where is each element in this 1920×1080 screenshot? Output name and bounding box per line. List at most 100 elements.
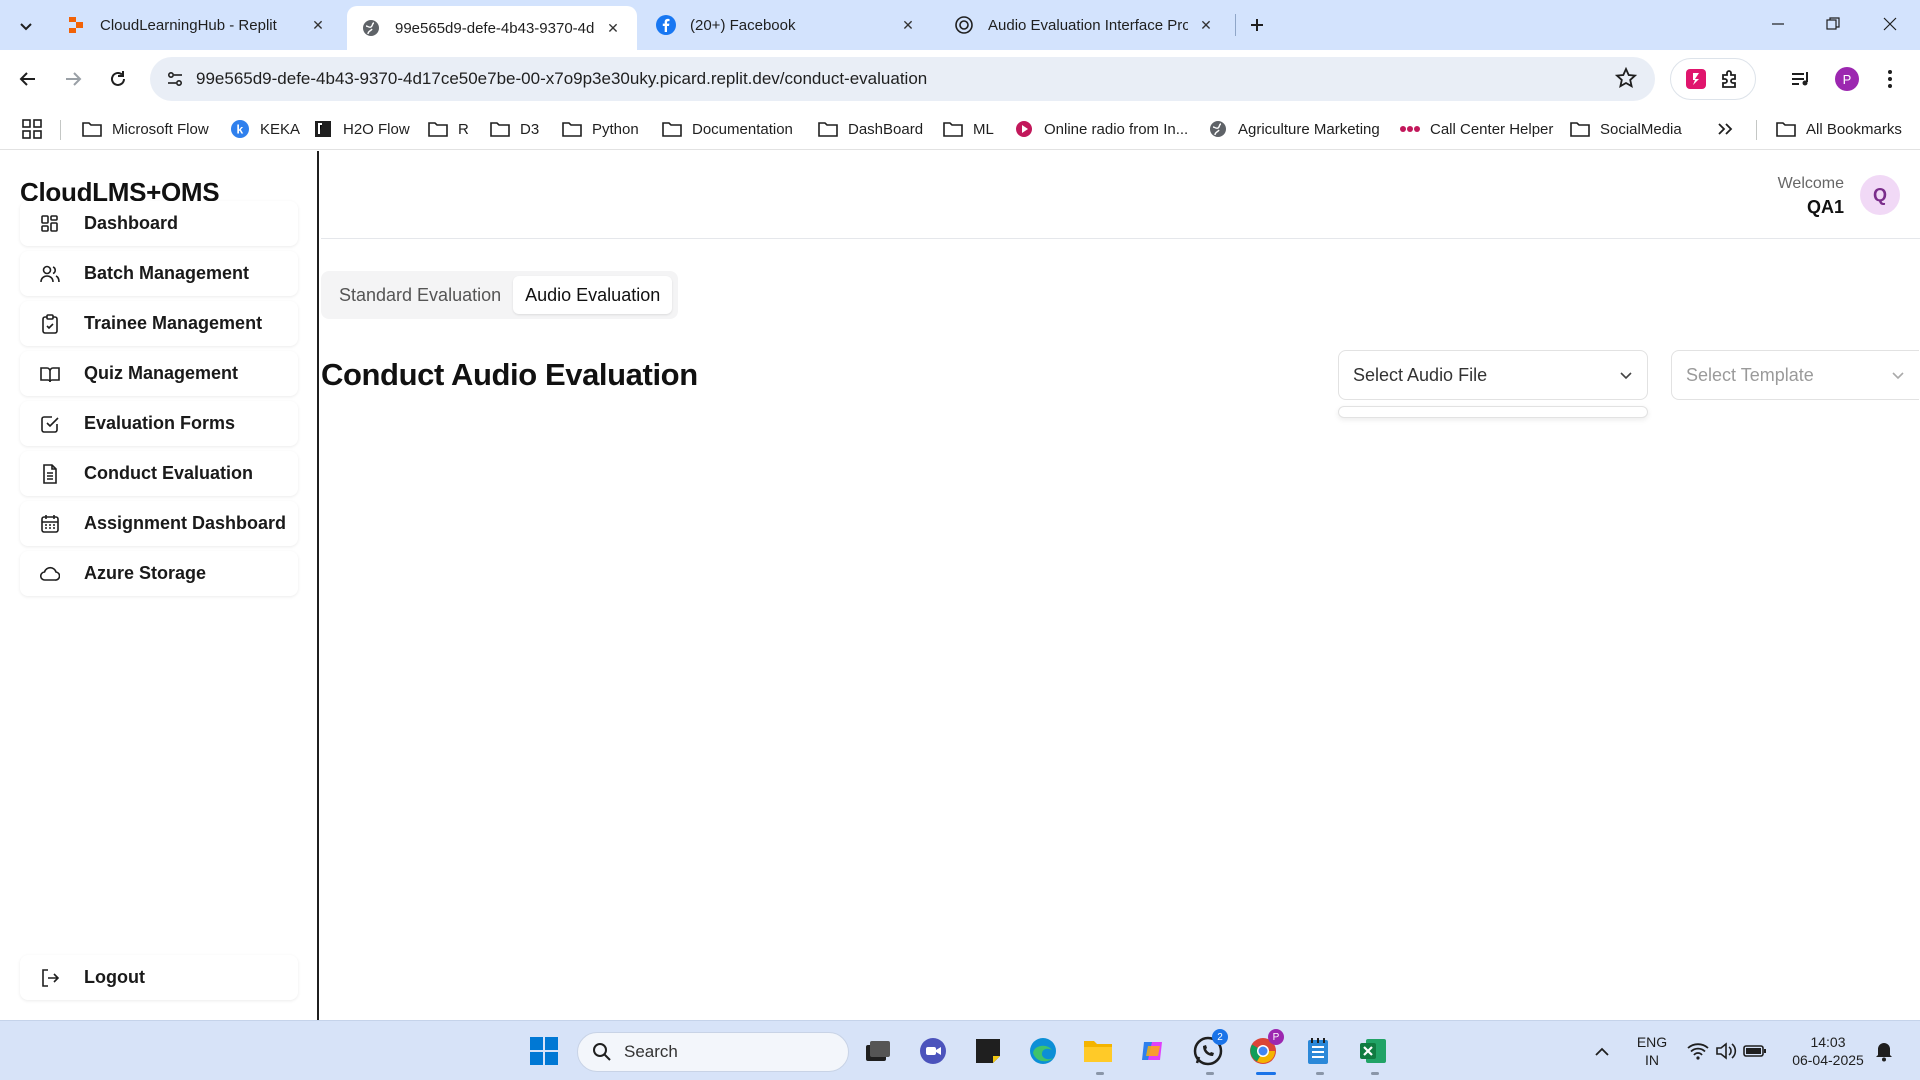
bookmark-call-center[interactable]: Call Center Helper (1400, 117, 1553, 141)
tab-standard-evaluation[interactable]: Standard Evaluation (327, 276, 513, 314)
media-control-icon[interactable] (1785, 63, 1817, 95)
back-button[interactable] (12, 63, 44, 95)
audio-file-select-value: Select Audio File (1353, 364, 1488, 385)
time-label: 14:03 (1810, 1034, 1846, 1050)
bookmark-socialmedia[interactable]: SocialMedia (1570, 117, 1682, 141)
restore-icon (1826, 17, 1840, 30)
grid-icon (38, 212, 62, 236)
language-indicator[interactable]: ENG IN (1634, 1033, 1670, 1069)
forward-button[interactable] (57, 63, 89, 95)
folder-icon (428, 119, 448, 139)
sidebar-item-quiz-management[interactable]: Quiz Management (20, 351, 298, 396)
chrome-menu-icon[interactable] (1874, 63, 1906, 95)
profile-avatar[interactable]: P (1835, 67, 1859, 91)
new-tab-button[interactable] (1243, 11, 1271, 39)
copilot-icon[interactable] (1135, 1033, 1171, 1069)
date-label: 06-04-2025 (1792, 1052, 1864, 1068)
restore-button[interactable] (1813, 8, 1853, 40)
region-label: IN (1645, 1052, 1659, 1068)
audio-file-select[interactable]: Select Audio File (1338, 350, 1648, 400)
teams-meet-icon[interactable] (915, 1033, 951, 1069)
close-window-button[interactable] (1870, 8, 1910, 40)
close-tab-icon[interactable]: ✕ (603, 18, 623, 38)
bookmark-keka[interactable]: k KEKA (230, 117, 300, 141)
evaluation-tabs: Standard Evaluation Audio Evaluation (321, 271, 679, 319)
tab-app-active[interactable]: 99e565d9-defe-4b43-9370-4d1 ✕ (347, 6, 637, 50)
extension-pink-icon[interactable] (1685, 68, 1707, 90)
template-select[interactable]: Select Template (1671, 350, 1919, 400)
tab-title: (20+) Facebook (690, 16, 796, 34)
sidebar-item-dashboard[interactable]: Dashboard (20, 201, 298, 246)
edge-browser-icon[interactable] (1025, 1033, 1061, 1069)
calendar-icon (38, 512, 62, 536)
address-bar[interactable]: 99e565d9-defe-4b43-9370-4d17ce50e7be-00-… (150, 57, 1655, 101)
bookmark-microsoft-flow[interactable]: Microsoft Flow (82, 117, 209, 141)
file-explorer-icon[interactable] (1080, 1033, 1116, 1069)
sidebar-item-batch-management[interactable]: Batch Management (20, 251, 298, 296)
bookmark-python[interactable]: Python (562, 117, 639, 141)
apps-grid-icon[interactable] (22, 117, 42, 141)
logout-button[interactable]: Logout (20, 955, 298, 1000)
close-icon (1883, 17, 1897, 31)
bookmark-dashboard[interactable]: DashBoard (818, 117, 923, 141)
reload-button[interactable] (102, 63, 134, 95)
notepad-icon[interactable] (1300, 1033, 1336, 1069)
battery-icon[interactable] (1737, 1033, 1773, 1069)
tab-facebook[interactable]: (20+) Facebook ✕ (642, 6, 932, 44)
bookmark-d3[interactable]: D3 (490, 117, 539, 141)
taskbar-search-label: Search (624, 1042, 678, 1061)
sidebar-item-azure-storage[interactable]: Azure Storage (20, 551, 298, 596)
running-indicator-active (1256, 1072, 1276, 1075)
bookmark-label: KEKA (260, 120, 301, 138)
logout-label: Logout (84, 967, 145, 987)
more-bookmarks-icon[interactable] (1717, 117, 1733, 141)
close-tab-icon[interactable]: ✕ (1196, 15, 1216, 35)
bookmark-online-radio[interactable]: Online radio from In... (1014, 117, 1188, 141)
minimize-button[interactable] (1758, 8, 1798, 40)
document-icon (38, 462, 62, 486)
bookmark-agriculture[interactable]: Agriculture Marketing (1208, 117, 1380, 141)
template-select-value: Select Template (1686, 364, 1814, 385)
tab-audio-evaluation[interactable]: Audio Evaluation (513, 276, 673, 314)
sidebar-item-trainee-management[interactable]: Trainee Management (20, 301, 298, 346)
globe-icon (1208, 119, 1228, 139)
task-view-icon[interactable] (860, 1033, 896, 1069)
tab-search-button[interactable] (10, 10, 42, 42)
globe-icon (361, 18, 381, 38)
minimize-icon (1772, 23, 1784, 25)
avatar[interactable]: Q (1860, 175, 1900, 215)
clipboard-icon (38, 312, 62, 336)
sidebar-item-assignment-dashboard[interactable]: Assignment Dashboard (20, 501, 298, 546)
tab-audio-eval[interactable]: Audio Evaluation Interface Proc ✕ (940, 6, 1230, 44)
folder-icon (562, 119, 582, 139)
extensions-puzzle-icon[interactable] (1719, 68, 1741, 90)
page-title: Conduct Audio Evaluation (321, 357, 698, 392)
users-icon (38, 262, 62, 286)
excel-icon[interactable] (1355, 1033, 1391, 1069)
bookmark-star-icon[interactable] (1615, 67, 1637, 89)
show-hidden-icons-icon[interactable] (1584, 1033, 1620, 1069)
taskbar-search[interactable]: Search (577, 1032, 849, 1072)
folder-icon (818, 119, 838, 139)
notification-bell-icon[interactable] (1866, 1033, 1902, 1069)
bookmark-r[interactable]: R (428, 117, 469, 141)
bookmark-label: Agriculture Marketing (1238, 120, 1380, 138)
bookmark-label: SocialMedia (1600, 120, 1682, 138)
site-info-icon[interactable] (160, 64, 190, 94)
book-icon (38, 362, 62, 386)
close-tab-icon[interactable]: ✕ (898, 15, 918, 35)
sticky-notes-icon[interactable] (970, 1033, 1006, 1069)
sidebar: CloudLMS+QMS Dashboard Batch Management … (0, 151, 319, 1020)
sidebar-item-evaluation-forms[interactable]: Evaluation Forms (20, 401, 298, 446)
windows-start-icon[interactable] (526, 1033, 562, 1069)
tab-replit[interactable]: CloudLearningHub - Replit ✕ (52, 6, 342, 44)
close-tab-icon[interactable]: ✕ (308, 15, 328, 35)
clock[interactable]: 14:03 06-04-2025 (1778, 1033, 1878, 1069)
bookmark-label: H2O Flow (343, 120, 410, 138)
all-bookmarks[interactable]: All Bookmarks (1776, 117, 1902, 141)
sidebar-item-conduct-evaluation[interactable]: Conduct Evaluation (20, 451, 298, 496)
bookmark-ml[interactable]: ML (943, 117, 994, 141)
main-content: Welcome QA1 Q Standard Evaluation Audio … (321, 151, 1920, 1020)
bookmark-h2o-flow[interactable]: H2O Flow (313, 117, 410, 141)
bookmark-documentation[interactable]: Documentation (662, 117, 793, 141)
